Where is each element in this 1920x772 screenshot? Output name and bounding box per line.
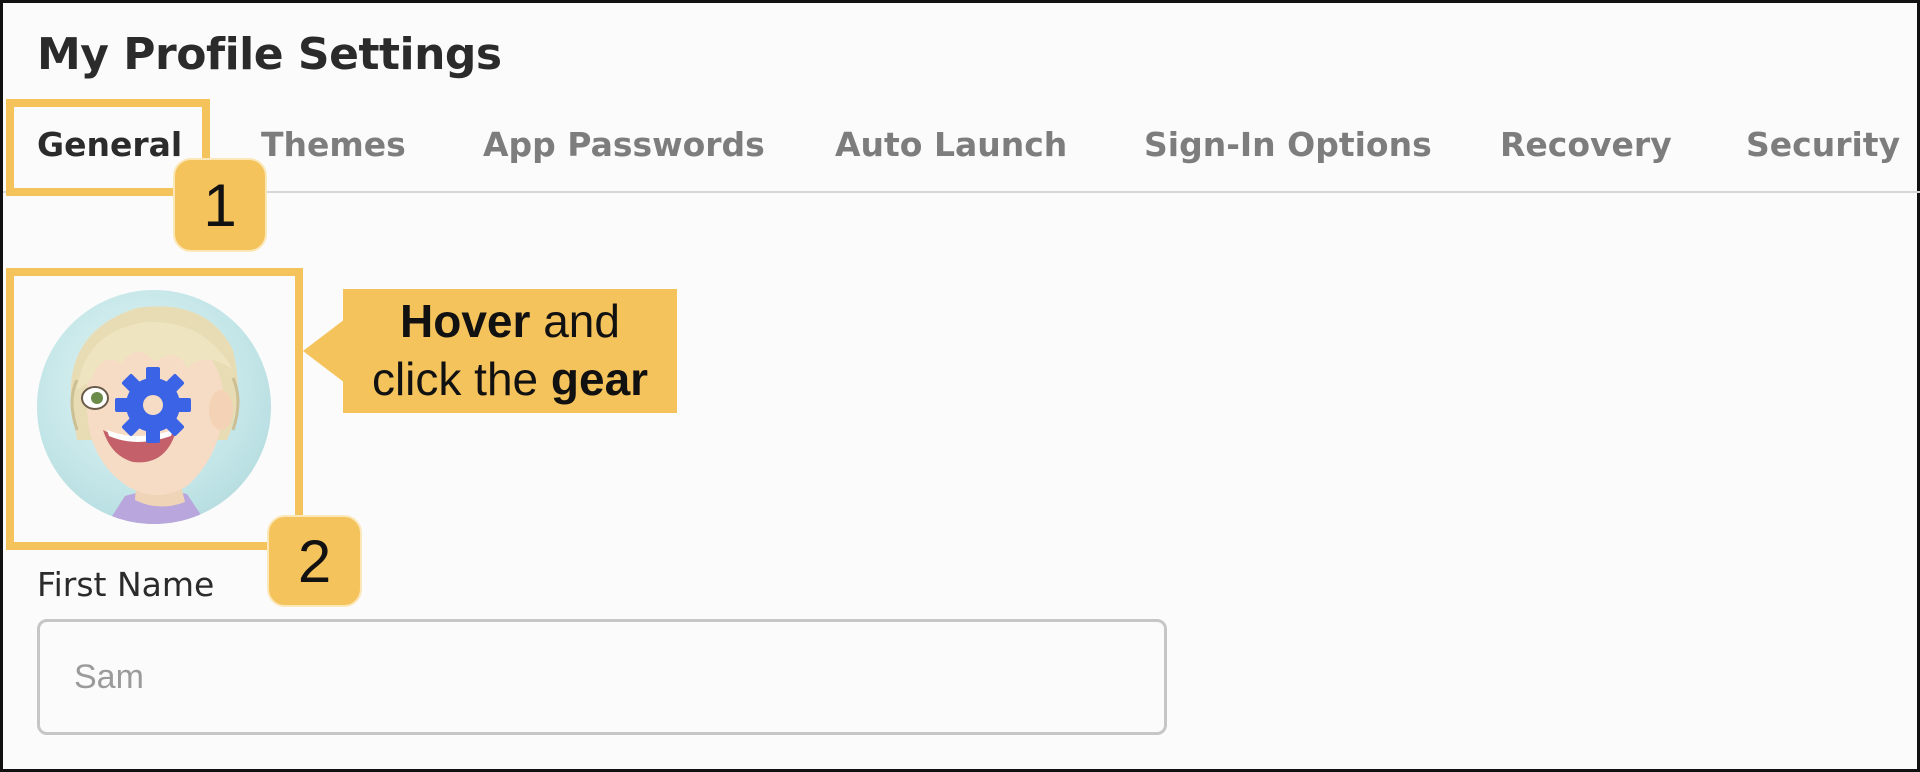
first-name-label: First Name — [37, 565, 215, 604]
step-2-highlight — [6, 268, 303, 550]
first-name-input[interactable]: Sam — [37, 619, 1167, 735]
tab-recovery[interactable]: Recovery — [1500, 125, 1672, 164]
screenshot-frame: My Profile Settings General Themes App P… — [0, 0, 1920, 772]
callout-bold-gear: gear — [550, 353, 649, 405]
tab-sign-in-options[interactable]: Sign-In Options — [1144, 125, 1432, 164]
page-title: My Profile Settings — [37, 29, 502, 80]
instruction-callout: Hover and click the gear — [343, 289, 677, 413]
callout-bold-hover: Hover — [400, 295, 531, 347]
tab-themes[interactable]: Themes — [261, 125, 406, 164]
first-name-value: Sam — [74, 657, 144, 696]
step-1-badge: 1 — [173, 158, 267, 252]
step-2-badge: 2 — [267, 515, 362, 607]
tab-auto-launch[interactable]: Auto Launch — [835, 125, 1067, 164]
tab-security[interactable]: Security — [1746, 125, 1900, 164]
callout-text-and: and — [530, 295, 620, 347]
tab-app-passwords[interactable]: App Passwords — [483, 125, 765, 164]
settings-tab-bar: General Themes App Passwords Auto Launch… — [3, 103, 1920, 193]
tab-divider — [3, 191, 1920, 193]
callout-pointer — [303, 319, 345, 383]
callout-text-click: click the — [371, 353, 551, 405]
